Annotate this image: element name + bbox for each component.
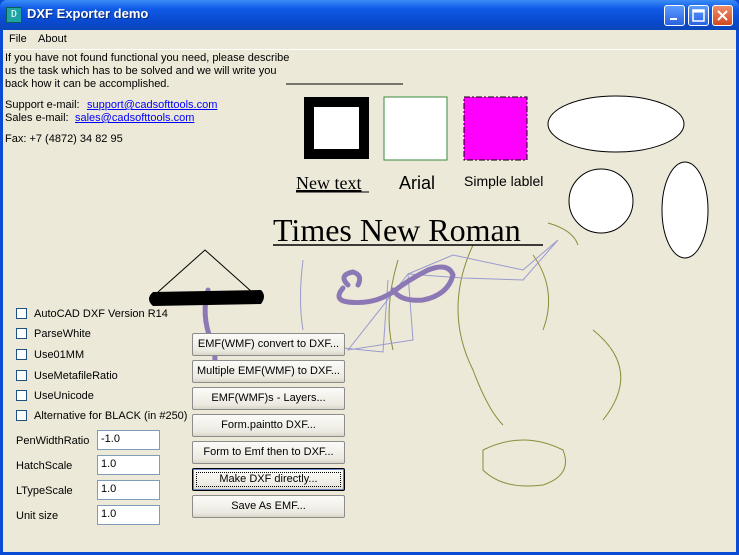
green-square: [383, 96, 448, 161]
unitsize-input[interactable]: 1.0: [97, 505, 160, 525]
maximize-icon: [692, 9, 705, 22]
arial-label: Arial: [399, 173, 435, 193]
maximize-button[interactable]: [688, 5, 709, 26]
app-icon: D: [6, 7, 22, 23]
menu-about[interactable]: About: [38, 33, 67, 45]
simple-label: Simple lablel: [464, 173, 543, 189]
magenta-square: [463, 96, 528, 161]
minimize-icon: [670, 18, 677, 20]
checkbox-box[interactable]: [16, 328, 27, 339]
times-new-roman-label: Times New Roman: [273, 212, 521, 248]
circle-shape: [568, 168, 634, 234]
checkbox-box[interactable]: [16, 308, 27, 319]
focus-ring: [196, 472, 341, 487]
checkbox-box[interactable]: [16, 370, 27, 381]
ltypescale-label: LTypeScale: [16, 485, 73, 497]
tall-ellipse: [661, 161, 709, 259]
app-window: D DXF Exporter demo New text Arial Simpl…: [0, 0, 739, 555]
minimize-button[interactable]: [664, 5, 685, 26]
emf-convert-button[interactable]: EMF(WMF) convert to DXF...: [192, 333, 345, 356]
info-line-1: If you have not found functional you nee…: [5, 52, 290, 64]
olive-curves: [388, 222, 622, 487]
ltypescale-input[interactable]: 1.0: [97, 480, 160, 500]
close-icon: [717, 10, 728, 21]
penwidth-label: PenWidthRatio: [16, 435, 90, 447]
checkbox-box[interactable]: [16, 390, 27, 401]
emf-layers-button[interactable]: EMF(WMF)s - Layers...: [192, 387, 345, 410]
menu-file[interactable]: File: [9, 33, 27, 45]
hatchscale-label: HatchScale: [16, 460, 73, 472]
menu-bar: File About: [3, 30, 736, 50]
hatchscale-input[interactable]: 1.0: [97, 455, 160, 475]
close-button[interactable]: [712, 5, 733, 26]
thick-black-square: [304, 97, 369, 159]
support-label: Support e-mail:: [5, 99, 80, 111]
info-line-3: back how it can be accomplished.: [5, 78, 170, 90]
info-line-2: us the task which has to be solved and w…: [5, 65, 277, 77]
support-email-link[interactable]: support@cadsofttools.com: [87, 99, 217, 112]
form-to-emf-button[interactable]: Form to Emf then to DXF...: [192, 441, 345, 464]
multiple-emf-button[interactable]: Multiple EMF(WMF) to DXF...: [192, 360, 345, 383]
checkbox-box[interactable]: [16, 410, 27, 421]
form-paintto-button[interactable]: Form.paintto DXF...: [192, 414, 345, 437]
make-dxf-button[interactable]: Make DXF directly...: [192, 468, 345, 491]
wide-ellipse: [547, 95, 685, 153]
sales-email-link[interactable]: sales@cadsofttools.com: [75, 112, 194, 125]
window-title: DXF Exporter demo: [27, 6, 149, 21]
new-text-label: New text: [296, 173, 361, 193]
sales-label: Sales e-mail:: [5, 112, 69, 124]
black-bar: [149, 290, 264, 306]
fax-text: Fax: +7 (4872) 34 82 95: [5, 133, 123, 145]
title-bar[interactable]: D DXF Exporter demo: [0, 0, 739, 30]
triangle-shape: [157, 249, 253, 293]
checkbox-box[interactable]: [16, 349, 27, 360]
client-area: New text Arial Simple lablel Times New R…: [3, 30, 736, 552]
save-emf-button[interactable]: Save As EMF...: [192, 495, 345, 518]
unitsize-label: Unit size: [16, 510, 59, 522]
penwidth-input[interactable]: -1.0: [97, 430, 160, 450]
